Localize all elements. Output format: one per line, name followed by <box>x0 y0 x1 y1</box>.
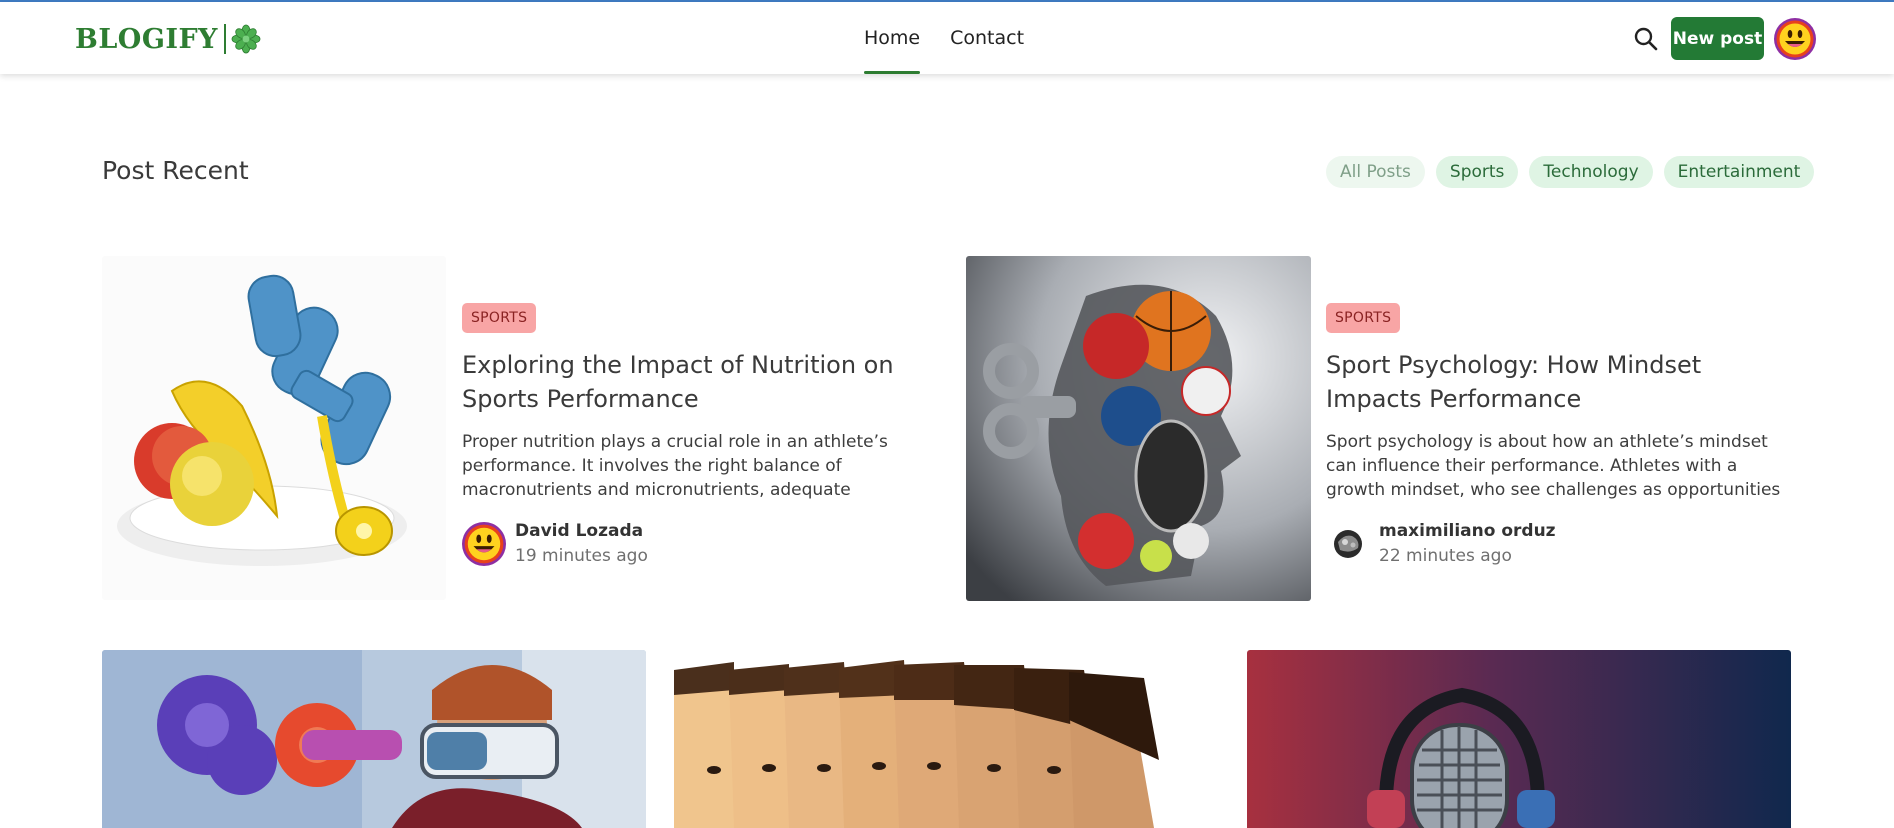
post-image-nutrition[interactable] <box>102 256 446 600</box>
nav-contact-link[interactable]: Contact <box>950 2 1024 74</box>
category-filters: All Posts Sports Technology Entertainmen… <box>1326 156 1815 188</box>
filter-all-posts[interactable]: All Posts <box>1326 156 1425 188</box>
post-time: 19 minutes ago <box>515 546 648 566</box>
new-post-button[interactable]: New post <box>1671 17 1764 60</box>
filter-technology[interactable]: Technology <box>1529 156 1653 188</box>
category-badge[interactable]: SPORTS <box>1326 303 1401 333</box>
section-title: Post Recent <box>102 156 249 185</box>
post-image-sport-psychology[interactable] <box>966 256 1311 601</box>
nav-home-link[interactable]: Home <box>864 2 921 74</box>
filter-sports[interactable]: Sports <box>1435 156 1519 188</box>
author-name[interactable]: David Lozada <box>515 521 643 541</box>
category-badge[interactable]: SPORTS <box>462 303 537 333</box>
filter-entertainment[interactable]: Entertainment <box>1663 156 1815 188</box>
leaf-logo-icon <box>231 24 261 54</box>
post-image-faces-progression[interactable] <box>674 650 1220 828</box>
author-name[interactable]: maximiliano orduz <box>1379 521 1556 541</box>
author-avatar[interactable] <box>1326 522 1370 566</box>
author-avatar[interactable] <box>462 522 506 566</box>
post-time: 22 minutes ago <box>1379 546 1512 566</box>
main-nav: Home Contact <box>864 2 1054 74</box>
post-image-entertainment-microphone[interactable] <box>1247 650 1791 828</box>
search-icon[interactable] <box>1633 26 1659 52</box>
navbar: BLOGIFY Home Contact New post <box>0 2 1894 74</box>
user-avatar[interactable] <box>1774 18 1816 60</box>
brand-logo[interactable]: BLOGIFY <box>75 21 261 57</box>
post-excerpt: Sport psychology is about how an athlete… <box>1326 432 1781 500</box>
post-title[interactable]: Sport Psychology: How Mindset Impacts Pe… <box>1326 348 1796 416</box>
post-excerpt: Proper nutrition plays a crucial role in… <box>462 432 888 500</box>
brand-name: BLOGIFY <box>75 23 218 55</box>
post-title[interactable]: Exploring the Impact of Nutrition on Spo… <box>462 348 912 416</box>
post-image-technology-vr[interactable] <box>102 650 646 828</box>
brand-divider <box>223 24 226 54</box>
